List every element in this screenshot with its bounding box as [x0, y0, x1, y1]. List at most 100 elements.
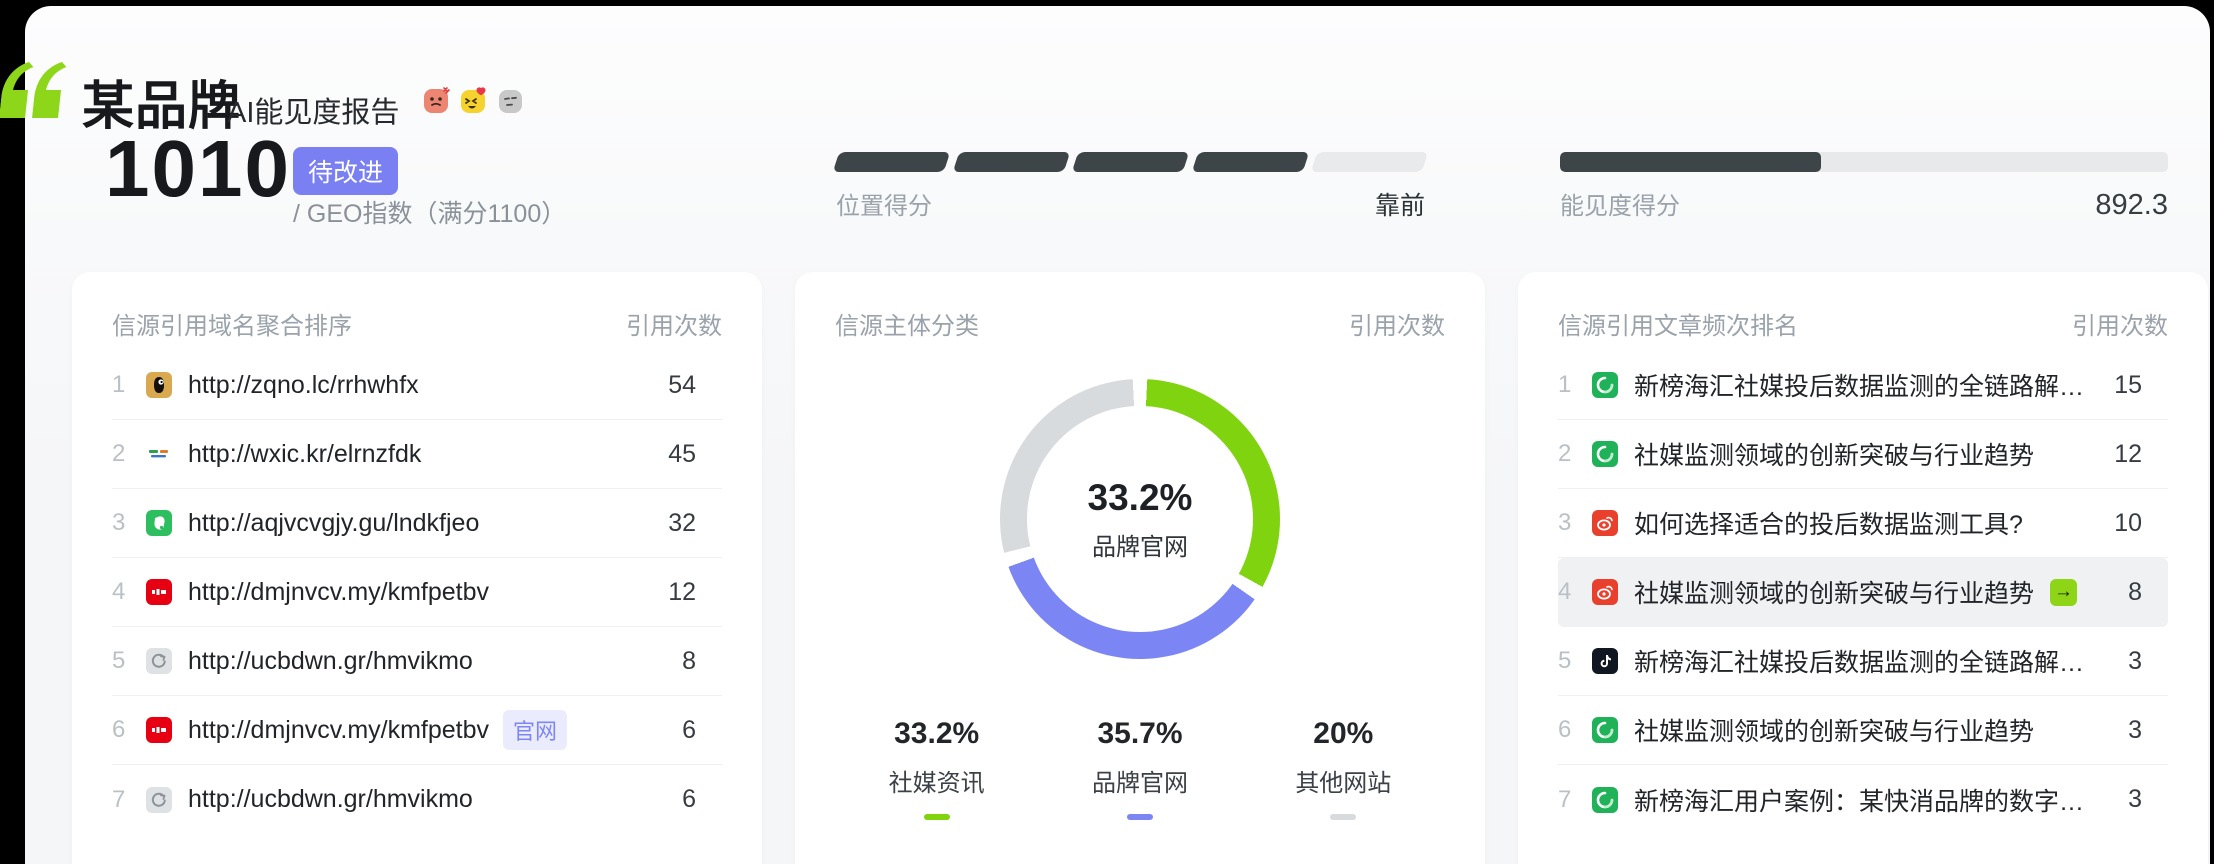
article-row[interactable]: 2 社媒监测领域的创新突破与行业趋势 12: [1558, 420, 2168, 489]
citation-count: 8: [658, 647, 722, 676]
domain-url[interactable]: http://ucbdwn.gr/hmvikmo: [188, 647, 648, 676]
rank-number: 7: [112, 786, 146, 814]
domain-url[interactable]: http://aqjvcvgjy.gu/lndkfjeo: [188, 509, 648, 538]
wechat-favicon-icon: [1592, 717, 1618, 743]
position-score-bar: [836, 152, 1425, 172]
domain-ranking-card: 信源引用域名聚合排序 引用次数 1 http://zqno.lc/rrhwhfx…: [72, 272, 762, 864]
rank-number: 2: [1558, 440, 1592, 468]
article-row[interactable]: 3 如何选择适合的投后数据监测工具? 10: [1558, 489, 2168, 558]
domain-url[interactable]: http://zqno.lc/rrhwhfx: [188, 371, 648, 400]
legend-label: 其他网站: [1242, 763, 1445, 798]
domain-row[interactable]: 4 http://dmjnvcv.my/kmfpetbv 12: [112, 558, 722, 627]
article-title[interactable]: 社媒监测领域的创新突破与行业趋势: [1634, 436, 2094, 472]
minitext-favicon-icon: [146, 441, 172, 467]
citation-count: 10: [2104, 509, 2168, 538]
article-title[interactable]: 新榜海汇用户案例：某快消品牌的数字化转型: [1634, 782, 2094, 818]
article-title[interactable]: 如何选择适合的投后数据监测工具?: [1634, 505, 2094, 541]
donut-center-label: 品牌官网: [1092, 527, 1188, 562]
page-content: 某品牌 AI能见度报告 1010 待改进 / GEO指数（满分1100）: [25, 6, 2210, 864]
card-title: 信源引用域名聚合排序: [112, 306, 352, 341]
rank-number: 2: [112, 440, 146, 468]
article-row[interactable]: 1 新榜海汇社媒投后数据监测的全链路解决上限二十五字的 15: [1558, 351, 2168, 420]
donut-legend: 33.2% 社媒资讯 35.7% 品牌官网 20% 其他网站: [835, 717, 1445, 820]
legend-label: 品牌官网: [1038, 763, 1241, 798]
weibo-favicon-icon: [1592, 510, 1618, 536]
domain-row[interactable]: 5 http://ucbdwn.gr/hmvikmo 8: [112, 627, 722, 696]
citation-count: 12: [2104, 440, 2168, 469]
article-row-highlighted[interactable]: 4 社媒监测领域的创新突破与行业趋势 → 8: [1558, 558, 2168, 627]
domain-url[interactable]: http://dmjnvcv.my/kmfpetbv: [188, 578, 648, 607]
bar-segment: [833, 152, 950, 172]
geo-score-value: 1010: [105, 129, 291, 209]
rank-number: 4: [1558, 578, 1592, 606]
visibility-score-label: 能见度得分: [1560, 186, 1680, 221]
geo-score-caption: / GEO指数（满分1100）: [293, 194, 566, 230]
article-row[interactable]: 5 新榜海汇社媒投后数据监测的全链路解决上限二十五字... 3: [1558, 627, 2168, 696]
citation-count: 3: [2104, 785, 2168, 814]
rank-number: 3: [112, 509, 146, 537]
citation-count: 12: [658, 578, 722, 607]
evernote-favicon-icon: [146, 510, 172, 536]
card-column-header: 引用次数: [2072, 306, 2168, 341]
citation-count: 3: [2104, 647, 2168, 676]
card-title: 信源主体分类: [835, 306, 979, 341]
article-title[interactable]: 新榜海汇社媒投后数据监测的全链路解决上限二十五字...: [1634, 643, 2094, 679]
domain-row[interactable]: 2 http://wxic.kr/elrnzfdk 45: [112, 420, 722, 489]
penguin-favicon-icon: [146, 372, 172, 398]
geo-score-badge: 待改进: [293, 147, 398, 195]
article-title[interactable]: 社媒监测领域的创新突破与行业趋势: [1634, 574, 2034, 610]
article-row[interactable]: 7 新榜海汇用户案例：某快消品牌的数字化转型 3: [1558, 765, 2168, 834]
rank-number: 5: [112, 647, 146, 675]
cards-row: 信源引用域名聚合排序 引用次数 1 http://zqno.lc/rrhwhfx…: [72, 272, 2208, 864]
legend-value: 20%: [1242, 717, 1445, 751]
domain-url[interactable]: http://wxic.kr/elrnzfdk: [188, 440, 648, 469]
quote-icon: [2, 62, 64, 123]
legend-value: 35.7%: [1038, 717, 1241, 751]
gray-swirl-favicon-icon: [146, 648, 172, 674]
wechat-favicon-icon: [1592, 372, 1618, 398]
open-link-arrow-badge[interactable]: →: [2050, 579, 2077, 606]
rank-number: 4: [112, 578, 146, 606]
position-score-value: 靠前: [1375, 186, 1425, 222]
legend-value: 33.2%: [835, 717, 1038, 751]
legend-item: 35.7% 品牌官网: [1038, 717, 1241, 820]
source-category-card: 信源主体分类 引用次数 33.2% 品牌官网 33.2% 社媒资讯 35.7%: [795, 272, 1485, 864]
domain-url[interactable]: http://ucbdwn.gr/hmvikmo: [188, 785, 648, 814]
neutral-face-emoji-icon: [497, 86, 525, 114]
citation-count: 6: [577, 716, 722, 745]
weibo-favicon-icon: [1592, 579, 1618, 605]
citation-count: 3: [2104, 716, 2168, 745]
bar-segment: [1311, 152, 1428, 172]
donut-center-value: 33.2%: [1088, 477, 1193, 519]
heart-laugh-face-emoji-icon: [460, 86, 488, 114]
legend-item: 33.2% 社媒资讯: [835, 717, 1038, 820]
donut-center: 33.2% 品牌官网: [1027, 406, 1253, 632]
legend-label: 社媒资讯: [835, 763, 1038, 798]
legend-swatch-gray: [1330, 814, 1356, 820]
tiktok-favicon-icon: [1592, 648, 1618, 674]
rank-number: 5: [1558, 647, 1592, 675]
legend-item: 20% 其他网站: [1242, 717, 1445, 820]
gray-swirl-favicon-icon: [146, 787, 172, 813]
domain-row[interactable]: 7 http://ucbdwn.gr/hmvikmo 6: [112, 765, 722, 834]
legend-swatch-green: [924, 814, 950, 820]
domain-url[interactable]: http://dmjnvcv.my/kmfpetbv: [188, 716, 489, 745]
rank-number: 7: [1558, 786, 1592, 814]
card-column-header: 引用次数: [1349, 306, 1445, 341]
domain-row[interactable]: 3 http://aqjvcvgjy.gu/lndkfjeo 32: [112, 489, 722, 558]
article-row[interactable]: 6 社媒监测领域的创新突破与行业趋势 3: [1558, 696, 2168, 765]
citation-count: 32: [658, 509, 722, 538]
domain-row[interactable]: 1 http://zqno.lc/rrhwhfx 54: [112, 351, 722, 420]
red-favicon-icon: [146, 717, 172, 743]
bar-segment: [1192, 152, 1309, 172]
position-score-block: 位置得分 靠前: [836, 152, 1425, 222]
card-column-header: 引用次数: [626, 306, 722, 341]
citation-count: 15: [2104, 371, 2168, 400]
article-title[interactable]: 社媒监测领域的创新突破与行业趋势: [1634, 712, 2094, 748]
donut-chart: 33.2% 品牌官网: [1000, 379, 1280, 659]
official-site-badge: 官网: [503, 710, 567, 750]
domain-row[interactable]: 6 http://dmjnvcv.my/kmfpetbv 官网 6: [112, 696, 722, 765]
bar-segment: [952, 152, 1069, 172]
wechat-favicon-icon: [1592, 441, 1618, 467]
article-title[interactable]: 新榜海汇社媒投后数据监测的全链路解决上限二十五字的: [1634, 367, 2094, 403]
